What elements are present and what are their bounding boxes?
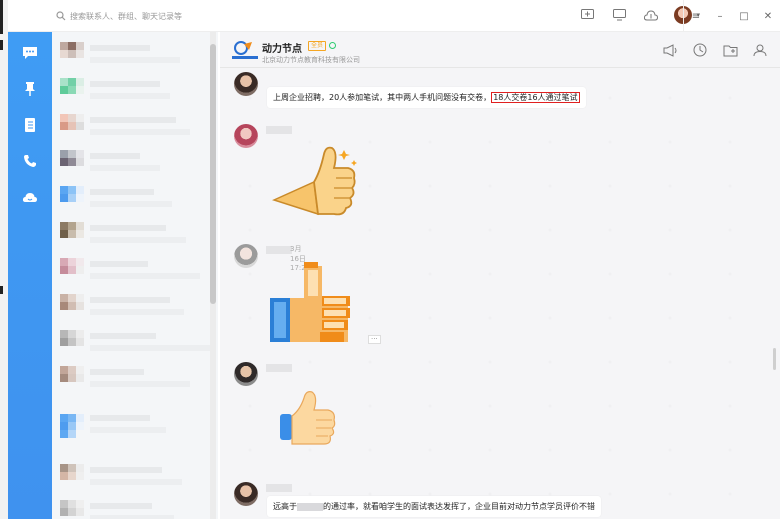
online-status-icon: [329, 42, 336, 49]
avatar[interactable]: [234, 72, 258, 96]
list-item[interactable]: [52, 360, 218, 396]
screen-icon[interactable]: [610, 6, 628, 24]
chat-header: 动力节点 全员 北京动力节点教育科技有限公司: [220, 32, 780, 68]
cloud-icon[interactable]: [21, 188, 39, 206]
message-text: 远高于: [273, 502, 297, 511]
chat-scrollbar[interactable]: [773, 348, 776, 370]
im-window: 搜索联系人、群组、聊天记录等 ▾ ≡ – □ ✕ 动力节点 全员 北京动力节点教…: [8, 0, 780, 519]
member-badge: 全员: [308, 41, 327, 51]
scrollbar-thumb[interactable]: [210, 44, 216, 304]
list-item[interactable]: [52, 458, 218, 494]
avatar: [60, 258, 84, 282]
thumbs-up-cone-sticker[interactable]: [272, 142, 362, 222]
phone-icon[interactable]: [21, 152, 39, 170]
sender-name: [266, 246, 292, 254]
add-icon[interactable]: [578, 6, 596, 24]
avatar[interactable]: [234, 244, 258, 268]
message-bubble[interactable]: 上周企业招聘，20人参加笔试，其中两人手机问题没有交卷， 18人交卷16人通过笔试: [267, 87, 586, 108]
list-item[interactable]: [52, 252, 218, 288]
group-name: 动力节点: [262, 44, 302, 55]
pixel-thumbs-up-sticker[interactable]: [268, 258, 358, 348]
avatar[interactable]: [234, 362, 258, 386]
avatar: [60, 114, 84, 138]
pin-icon[interactable]: [21, 80, 39, 98]
avatar: [60, 294, 84, 318]
list-item[interactable]: [52, 494, 218, 519]
avatar[interactable]: [234, 124, 258, 148]
list-item[interactable]: [52, 144, 218, 180]
minimize-icon[interactable]: –: [708, 11, 732, 22]
group-logo: [232, 41, 258, 59]
list-item[interactable]: [52, 288, 218, 324]
add-member-icon[interactable]: [752, 42, 768, 58]
avatar: [60, 78, 84, 102]
list-item[interactable]: [52, 36, 218, 72]
announcement-icon[interactable]: [662, 42, 678, 58]
avatar: [60, 186, 84, 210]
highlighted-text: 18人交卷16人通过笔试: [491, 92, 580, 103]
search-input[interactable]: 搜索联系人、群组、聊天记录等: [70, 11, 182, 22]
message-bubble[interactable]: 远高于 的通过率，就看咱学生的面试表达发挥了，企业目前对动力节点学员评价不错: [267, 496, 601, 517]
avatar: [60, 222, 84, 246]
redacted-text: [297, 502, 323, 511]
message-text: 上周企业招聘，20人参加笔试，其中两人手机问题没有交卷，: [273, 93, 492, 102]
list-item[interactable]: [52, 180, 218, 216]
avatar: [60, 42, 84, 66]
contacts-book-icon[interactable]: [21, 116, 39, 134]
nav-rail: [8, 32, 52, 519]
contact-list-scrollbar[interactable]: [210, 32, 216, 519]
group-company: 北京动力节点教育科技有限公司: [262, 56, 360, 64]
message-text: 的通过率，就看咱学生的面试表达发挥了，企业目前对动力节点学员评价不错: [323, 502, 595, 511]
list-item[interactable]: [52, 216, 218, 252]
list-item[interactable]: [52, 406, 218, 442]
top-bar: 搜索联系人、群组、聊天记录等 ▾ ≡ – □ ✕: [8, 0, 780, 32]
avatar: [60, 464, 84, 488]
avatar: [60, 150, 84, 174]
search-box[interactable]: 搜索联系人、群组、聊天记录等: [56, 7, 234, 25]
contact-list: [52, 32, 218, 519]
history-icon[interactable]: [692, 42, 708, 58]
close-icon[interactable]: ✕: [756, 11, 780, 22]
sender-name: [266, 484, 292, 492]
maximize-icon[interactable]: □: [732, 11, 756, 22]
desktop-edge: [0, 0, 8, 519]
avatar: [60, 414, 84, 444]
avatar: [60, 500, 84, 519]
sender-name: [266, 126, 292, 134]
more-options-button[interactable]: ···: [368, 335, 381, 344]
cloud-upload-icon[interactable]: [642, 6, 660, 24]
avatar: [60, 330, 84, 354]
list-item[interactable]: [52, 108, 218, 144]
thumbs-up-emoji-sticker[interactable]: [278, 388, 338, 448]
search-icon: [56, 11, 66, 21]
menu-icon[interactable]: ≡: [684, 11, 708, 22]
list-item[interactable]: [52, 72, 218, 108]
list-item[interactable]: [52, 324, 218, 360]
sender-name: [266, 364, 292, 372]
chat-panel: 动力节点 全员 北京动力节点教育科技有限公司 上周企业招聘，20人参加笔试，其中…: [220, 32, 780, 519]
avatar: [60, 366, 84, 390]
avatar[interactable]: [234, 482, 258, 506]
chat-icon[interactable]: [21, 44, 39, 62]
folder-icon[interactable]: [722, 42, 738, 58]
